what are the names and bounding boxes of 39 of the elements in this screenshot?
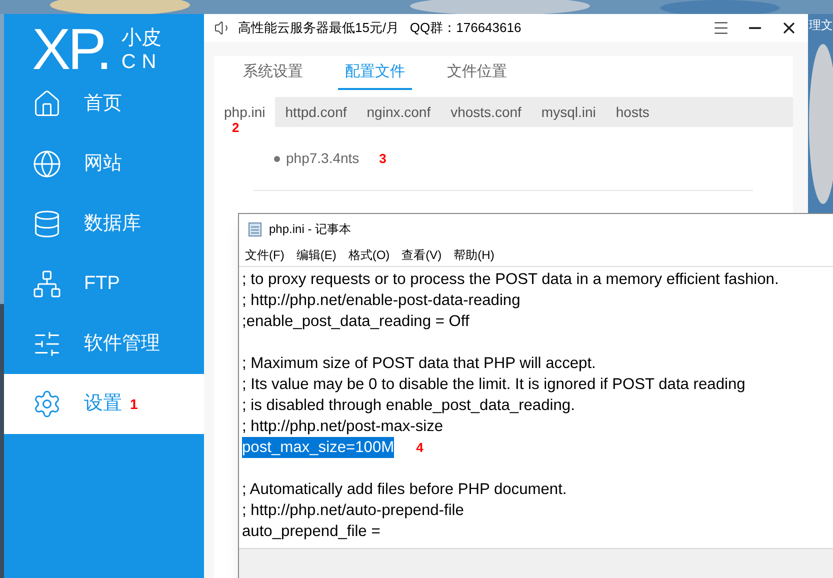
window-title: php.ini - 记事本 [269, 221, 352, 238]
text-line: ; to proxy requests or to process the POST data in a memory efficient fashion. [242, 270, 779, 290]
text-line: ;enable_post_data_reading = Off [242, 312, 470, 332]
annotation-number: 3 [379, 150, 386, 168]
network-icon [32, 269, 62, 299]
database-icon [32, 209, 62, 239]
sidebar-item[interactable]: 网站 [4, 134, 204, 194]
sidebar-item[interactable]: 首页 [4, 74, 204, 134]
sidebar-item[interactable]: 软件管理 [4, 314, 204, 374]
text-line: ; http://php.net/enable-post-data-reading [242, 291, 520, 311]
annotation-number: 1 [130, 394, 138, 414]
tab[interactable]: 系统设置 [236, 56, 310, 90]
version-item[interactable]: php7.3.4nts [286, 148, 360, 169]
sidebar-item[interactable]: 设置 1 [4, 374, 204, 434]
menu-item[interactable]: 查看(V) [402, 246, 442, 264]
text-line: ; http://php.net/post-max-size [242, 417, 444, 437]
tab[interactable]: 文件位置 [440, 56, 514, 90]
text-line: ; Maximum size of POST data that PHP will accept. [242, 354, 596, 374]
desktop-label: 理文 [809, 17, 833, 34]
sidebar-item[interactable]: 数据库 [4, 194, 204, 254]
text-line: ; http://php.net/auto-prepend-file [242, 501, 464, 521]
text-line: auto_prepend_file = [242, 522, 380, 542]
globe-icon [32, 149, 62, 179]
home-icon [32, 89, 62, 119]
menu-item[interactable]: 编辑(E) [296, 246, 336, 264]
menu-item[interactable]: 格式(O) [348, 246, 390, 264]
sliders-icon [32, 329, 62, 359]
menu-item[interactable]: 文件(F) [245, 246, 284, 264]
text-line: ; Its value may be 0 to disable the limit. It is ignored if POST data reading [242, 375, 746, 395]
tab[interactable]: 配置文件 [338, 56, 412, 90]
notepad-icon [247, 221, 263, 237]
menu-item[interactable]: 帮助(H) [454, 246, 494, 264]
annotation-number: 4 [416, 438, 424, 457]
bullet-icon [274, 156, 280, 162]
settings-icon [32, 389, 62, 419]
text-line: ; is disabled through enable_post_data_reading. [242, 396, 575, 416]
text-line: ; Automatically add files before PHP document. [242, 480, 567, 500]
notice-text: 高性能云服务器最低15元/月 QQ群：176643616 [238, 19, 522, 38]
sidebar-item[interactable]: FTP [4, 254, 204, 314]
